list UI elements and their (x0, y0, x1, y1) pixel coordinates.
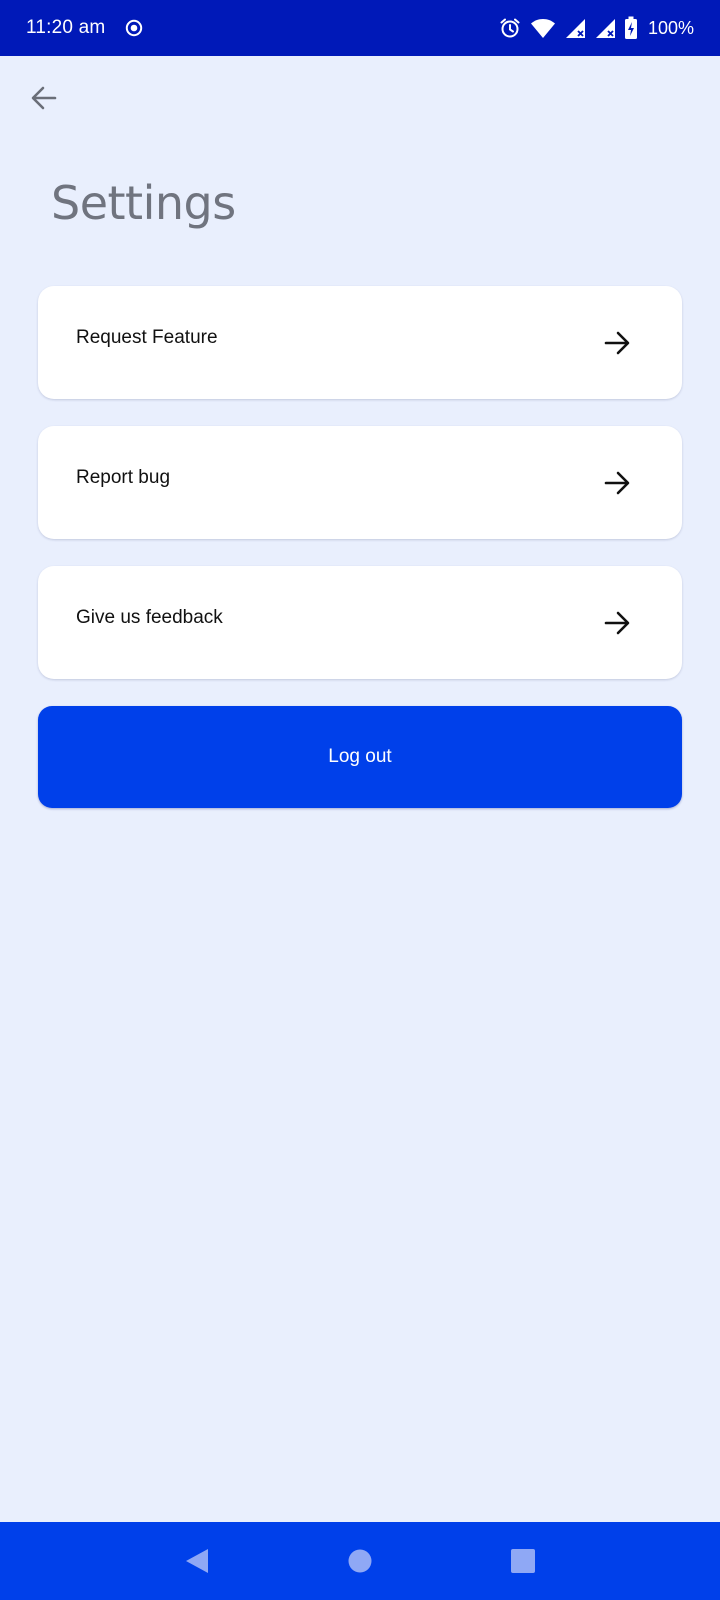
logout-button[interactable]: Log out (38, 706, 682, 808)
settings-item-label: Request Feature (76, 326, 218, 348)
request-feature-item[interactable]: Request Feature (38, 286, 682, 399)
arrow-right-icon (600, 466, 634, 500)
status-left: 11:20 am (26, 17, 143, 39)
status-bar: 11:20 am 100% (0, 0, 720, 56)
back-triangle-icon (184, 1547, 210, 1575)
back-button[interactable] (22, 76, 66, 120)
nav-back-button[interactable] (167, 1531, 227, 1591)
battery-percentage: 100% (647, 17, 694, 38)
signal-icon (594, 17, 616, 39)
nav-home-button[interactable] (330, 1531, 390, 1591)
settings-list: Request Feature Report bug Give us feedb… (38, 286, 682, 706)
give-feedback-item[interactable]: Give us feedback (38, 566, 682, 679)
nav-recents-button[interactable] (493, 1531, 553, 1591)
arrow-right-icon (600, 606, 634, 640)
settings-item-label: Report bug (76, 466, 171, 488)
home-circle-icon (347, 1548, 373, 1574)
arrow-left-icon (29, 83, 59, 113)
recents-square-icon (510, 1548, 536, 1574)
navigation-bar (0, 1522, 720, 1600)
settings-item-label: Give us feedback (76, 606, 223, 628)
wifi-icon (530, 17, 556, 39)
record-icon (125, 19, 143, 37)
arrow-right-icon (600, 326, 634, 360)
signal-icon (564, 17, 586, 39)
status-time: 11:20 am (26, 17, 106, 38)
alarm-icon (498, 16, 522, 40)
page-title: Settings (51, 176, 236, 230)
battery-charging-icon (624, 16, 638, 40)
report-bug-item[interactable]: Report bug (38, 426, 682, 539)
status-right: 100% (498, 16, 694, 40)
settings-screen: 11:20 am 100% Settings Request Feature R… (0, 0, 720, 1600)
